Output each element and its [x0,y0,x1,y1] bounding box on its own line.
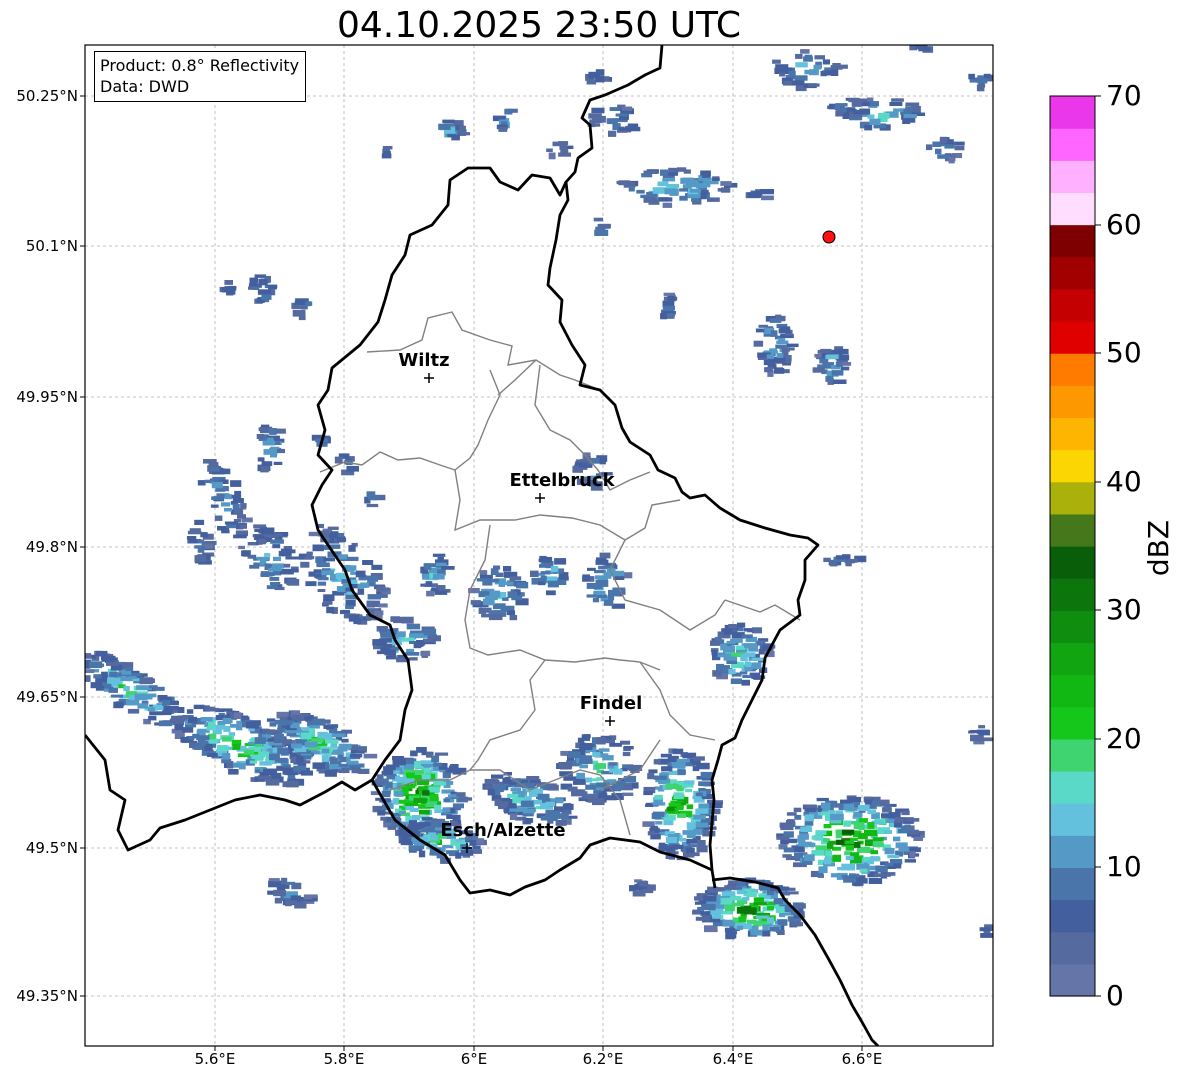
radar-map [80,44,1101,1051]
x-tick-label: 6.4°E [712,1050,754,1068]
y-tick-label: 50.25°N [16,87,78,105]
colorbar-tick-label: 50 [1106,336,1142,369]
colorbar-segment [1050,481,1095,515]
colorbar-segment [1050,160,1095,194]
colorbar-segment [1050,513,1095,547]
colorbar [1050,96,1095,997]
city-label-ettelbruck: Ettelbruck [509,470,615,491]
colorbar-segment [1050,931,1095,965]
data-source-text: Data: DWD [100,77,190,96]
y-tick-label: 49.65°N [16,688,78,706]
colorbar-segment [1050,867,1095,901]
y-tick-label: 49.8°N [25,538,78,556]
colorbar-segment [1050,803,1095,836]
colorbar-label: dBZ [1142,519,1175,577]
colorbar-segment [1050,449,1095,483]
gridlines [85,45,993,1046]
y-tick-label: 49.5°N [25,839,78,857]
city-label-esch-alzette: Esch/Alzette [440,820,566,841]
product-text: Product: 0.8° Reflectivity [100,56,300,75]
colorbar-segment [1050,738,1095,772]
colorbar-segment [1050,288,1095,322]
colorbar-tick-label: 0 [1106,979,1124,1012]
colorbar-tick-label: 40 [1106,465,1142,498]
colorbar-tick-label: 20 [1106,722,1142,755]
city-label-findel: Findel [579,693,643,714]
colorbar-tick-label: 10 [1106,850,1142,883]
colorbar-tick-label: 60 [1106,208,1142,241]
colorbar-segment [1050,224,1095,258]
y-tick-label: 49.35°N [16,987,78,1005]
radar-site-marker [822,230,836,244]
colorbar-segment [1050,899,1095,933]
city-label-wiltz: Wiltz [398,350,450,371]
y-tick-label: 49.95°N [16,388,78,406]
colorbar-segment [1050,128,1095,161]
map-title: 04.10.2025 23:50 UTC [336,5,742,46]
colorbar-segment [1050,963,1095,997]
colorbar-segment [1050,353,1095,386]
colorbar-segment [1050,96,1095,129]
colorbar-segment [1050,835,1095,869]
colorbar-segment [1050,642,1095,676]
map-frame [84,44,994,1047]
colorbar-segment [1050,610,1095,644]
colorbar-segment [1050,771,1095,804]
colorbar-segment [1050,192,1095,226]
colorbar-segment [1050,417,1095,451]
y-tick-label: 50.1°N [25,237,78,255]
colorbar-tick-label: 70 [1106,79,1142,112]
colorbar-segment [1050,578,1095,611]
product-info-box: Product: 0.8° Reflectivity Data: DWD [94,51,307,102]
colorbar-segment [1050,321,1095,354]
colorbar-segment [1050,256,1095,290]
colorbar-ticks [1095,95,1101,997]
x-tick-label: 5.8°E [323,1050,365,1068]
colorbar-segment [1050,706,1095,740]
x-tick-label: 6.2°E [582,1050,624,1068]
colorbar-segment [1050,674,1095,708]
x-tick-label: 5.6°E [194,1050,236,1068]
x-tick-label: 6°E [460,1050,488,1068]
colorbar-segment [1050,546,1095,579]
colorbar-segment [1050,385,1095,419]
colorbar-tick-label: 30 [1106,593,1142,626]
x-tick-label: 6.6°E [841,1050,883,1068]
